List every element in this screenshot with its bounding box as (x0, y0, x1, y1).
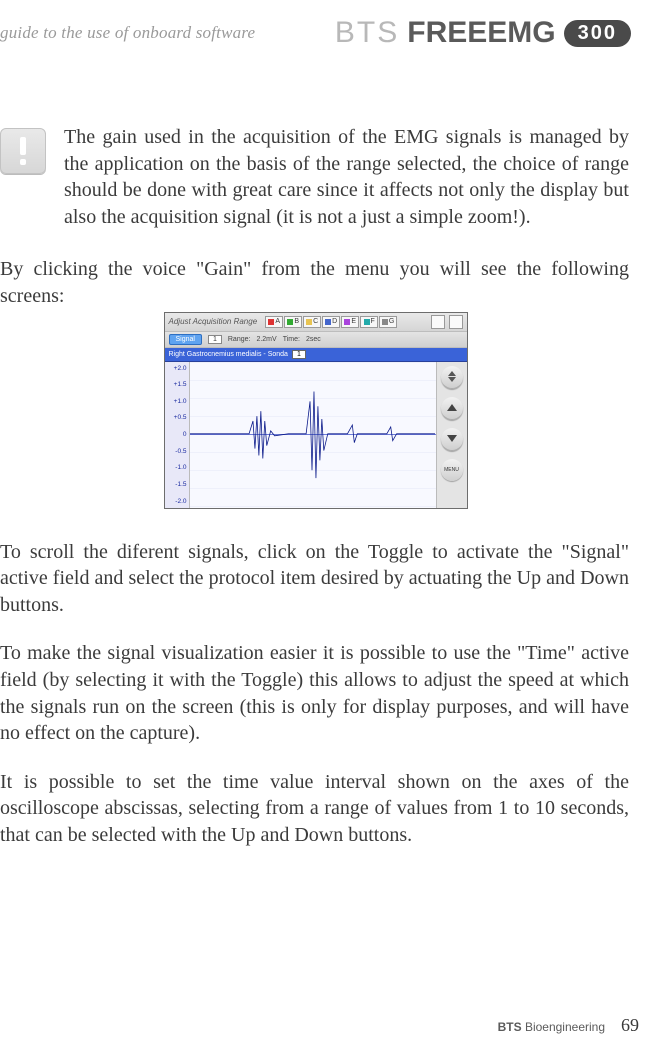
muscle-name: Right Gastrocnemius medialis - Sonda (169, 351, 288, 358)
toolbar-icon-1[interactable] (431, 315, 445, 329)
brand-block: BTS FREEEMG 300 (335, 16, 631, 50)
brand-300-badge: 300 (564, 20, 631, 47)
signal-toggle[interactable]: Signal (169, 334, 202, 345)
muscle-index[interactable]: 1 (292, 350, 306, 359)
shot-title: Adjust Acquisition Range (169, 317, 258, 326)
channel-strip: A B C D E F G (265, 316, 426, 328)
warning-icon (0, 128, 46, 174)
y-axis: +2.0 +1.5 +1.0 +0.5 0 -0.5 -1.0 -1.5 -2.… (165, 362, 190, 508)
emg-plot (190, 362, 436, 508)
range-value: 2.2mV (256, 336, 276, 343)
paragraph-click-gain: By clicking the voice "Gain" from the me… (0, 256, 629, 309)
channel-b[interactable]: B (284, 316, 302, 328)
down-button[interactable] (441, 428, 463, 451)
toggle-button[interactable] (441, 366, 463, 389)
paragraph-time-field: To make the signal visualization easier … (0, 640, 629, 746)
menu-button[interactable]: MENU (441, 459, 463, 481)
channel-g[interactable]: G (379, 316, 397, 328)
channel-f[interactable]: F (360, 316, 378, 328)
channel-c[interactable]: C (303, 316, 321, 328)
note-paragraph: The gain used in the acquisition of the … (64, 124, 629, 230)
brand-freeemg: FREEEMG (407, 16, 555, 50)
gain-screenshot: Adjust Acquisition Range A B C D E F G S… (164, 312, 466, 509)
paragraph-time-interval: It is possible to set the time value int… (0, 769, 629, 849)
channel-a[interactable]: A (265, 316, 283, 328)
footer-company: BTS Bioengineering (498, 1020, 605, 1034)
header-guide-text: guide to the use of onboard software (0, 23, 255, 43)
range-label: Range: (228, 336, 251, 343)
channel-e[interactable]: E (341, 316, 359, 328)
signal-number[interactable]: 1 (208, 335, 222, 344)
up-button[interactable] (441, 397, 463, 420)
brand-bts: BTS (335, 16, 399, 50)
time-label: Time: (283, 336, 300, 343)
time-value: 2sec (306, 336, 321, 343)
paragraph-scroll-signals: To scroll the diferent signals, click on… (0, 539, 629, 619)
channel-d[interactable]: D (322, 316, 340, 328)
page-number: 69 (621, 1015, 639, 1036)
toolbar-icon-2[interactable] (449, 315, 463, 329)
